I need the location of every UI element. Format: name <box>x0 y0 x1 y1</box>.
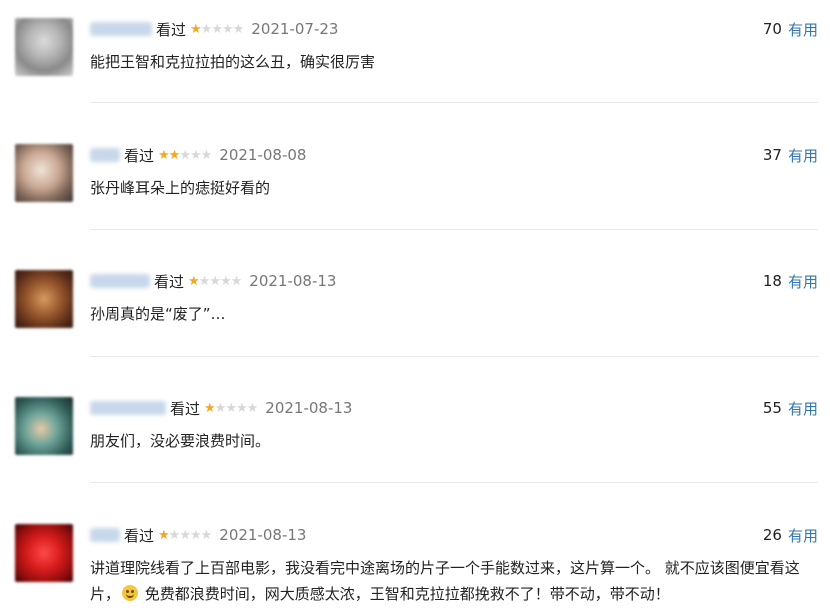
username-blurred[interactable] <box>90 148 120 162</box>
vote-area: 18 有用 <box>763 270 818 292</box>
useful-button[interactable]: 有用 <box>788 525 818 546</box>
watch-status: 看过 <box>156 20 187 39</box>
divider <box>90 482 818 483</box>
comment-text: 能把王智和克拉拉拍的这么丑，确实很厉害 <box>90 53 376 71</box>
username-blurred[interactable] <box>90 401 166 415</box>
watch-status: 看过 <box>124 146 155 165</box>
divider <box>90 356 818 357</box>
vote-count: 18 <box>762 272 782 290</box>
comment-text: 朋友们，没必要浪费时间。 <box>90 432 271 450</box>
useful-button[interactable]: 有用 <box>788 271 818 292</box>
vote-count: 70 <box>762 20 782 38</box>
comment-date: 2021-07-23 <box>251 20 339 38</box>
watch-status: 看过 <box>170 399 201 418</box>
rating-stars: ★ ★ ★ ★ ★ <box>158 527 213 543</box>
rating-stars: ★ ★ ★ ★ ★ <box>188 273 243 289</box>
vote-count: 26 <box>762 526 782 544</box>
star-empty-icon: ★ <box>232 21 245 37</box>
avatar[interactable] <box>15 18 73 76</box>
watch-status: 看过 <box>124 526 155 545</box>
vote-area: 55 有用 <box>763 397 818 419</box>
rating-stars: ★ ★ ★ ★ ★ <box>158 147 213 163</box>
watch-status: 看过 <box>154 272 185 291</box>
comment-info: 看过 ★ ★ ★ ★ ★ 2021-08-08 <box>90 144 306 166</box>
comment-info: 看过 ★ ★ ★ ★ ★ 2021-07-23 <box>90 18 338 40</box>
comment-info: 看过 ★ ★ ★ ★ ★ 2021-08-13 <box>90 397 352 419</box>
username-blurred[interactable] <box>90 528 120 542</box>
star-empty-icon: ★ <box>200 527 213 543</box>
comment-date: 2021-08-13 <box>265 399 353 417</box>
star-empty-icon: ★ <box>230 273 243 289</box>
comment-text: 讲道理院线看了上百部电影，我没看完中途离场的片子一个手能数过来，这片算一个。 就… <box>90 555 810 607</box>
vote-area: 70 有用 <box>763 18 818 40</box>
rating-stars: ★ ★ ★ ★ ★ <box>204 400 259 416</box>
username-blurred[interactable] <box>90 274 150 288</box>
useful-button[interactable]: 有用 <box>788 398 818 419</box>
comment-date: 2021-08-08 <box>219 146 307 164</box>
avatar[interactable] <box>15 144 73 202</box>
vote-area: 26 有用 <box>763 524 818 546</box>
comment-info: 看过 ★ ★ ★ ★ ★ 2021-08-13 <box>90 270 336 292</box>
star-empty-icon: ★ <box>246 400 259 416</box>
username-blurred[interactable] <box>90 22 152 36</box>
divider <box>90 102 818 103</box>
comment-text: 张丹峰耳朵上的痣挺好看的 <box>90 179 271 197</box>
star-empty-icon: ★ <box>200 147 213 163</box>
comment-date: 2021-08-13 <box>219 526 307 544</box>
avatar[interactable] <box>15 270 73 328</box>
divider <box>90 229 818 230</box>
useful-button[interactable]: 有用 <box>788 19 818 40</box>
rating-stars: ★ ★ ★ ★ ★ <box>190 21 245 37</box>
vote-count: 55 <box>762 399 782 417</box>
avatar[interactable] <box>15 397 73 455</box>
comment-text: 孙周真的是“废了”… <box>90 305 226 323</box>
laughing-tears-emoji-icon <box>122 585 139 601</box>
vote-count: 37 <box>762 146 782 164</box>
comment-date: 2021-08-13 <box>249 272 337 290</box>
comment-text-part: 免费都浪费时间，网大质感太浓，王智和克拉拉都挽救不了！带不动，带不动！ <box>140 585 670 603</box>
comment-info: 看过 ★ ★ ★ ★ ★ 2021-08-13 <box>90 524 306 546</box>
avatar[interactable] <box>15 524 73 582</box>
vote-area: 37 有用 <box>763 144 818 166</box>
useful-button[interactable]: 有用 <box>788 145 818 166</box>
